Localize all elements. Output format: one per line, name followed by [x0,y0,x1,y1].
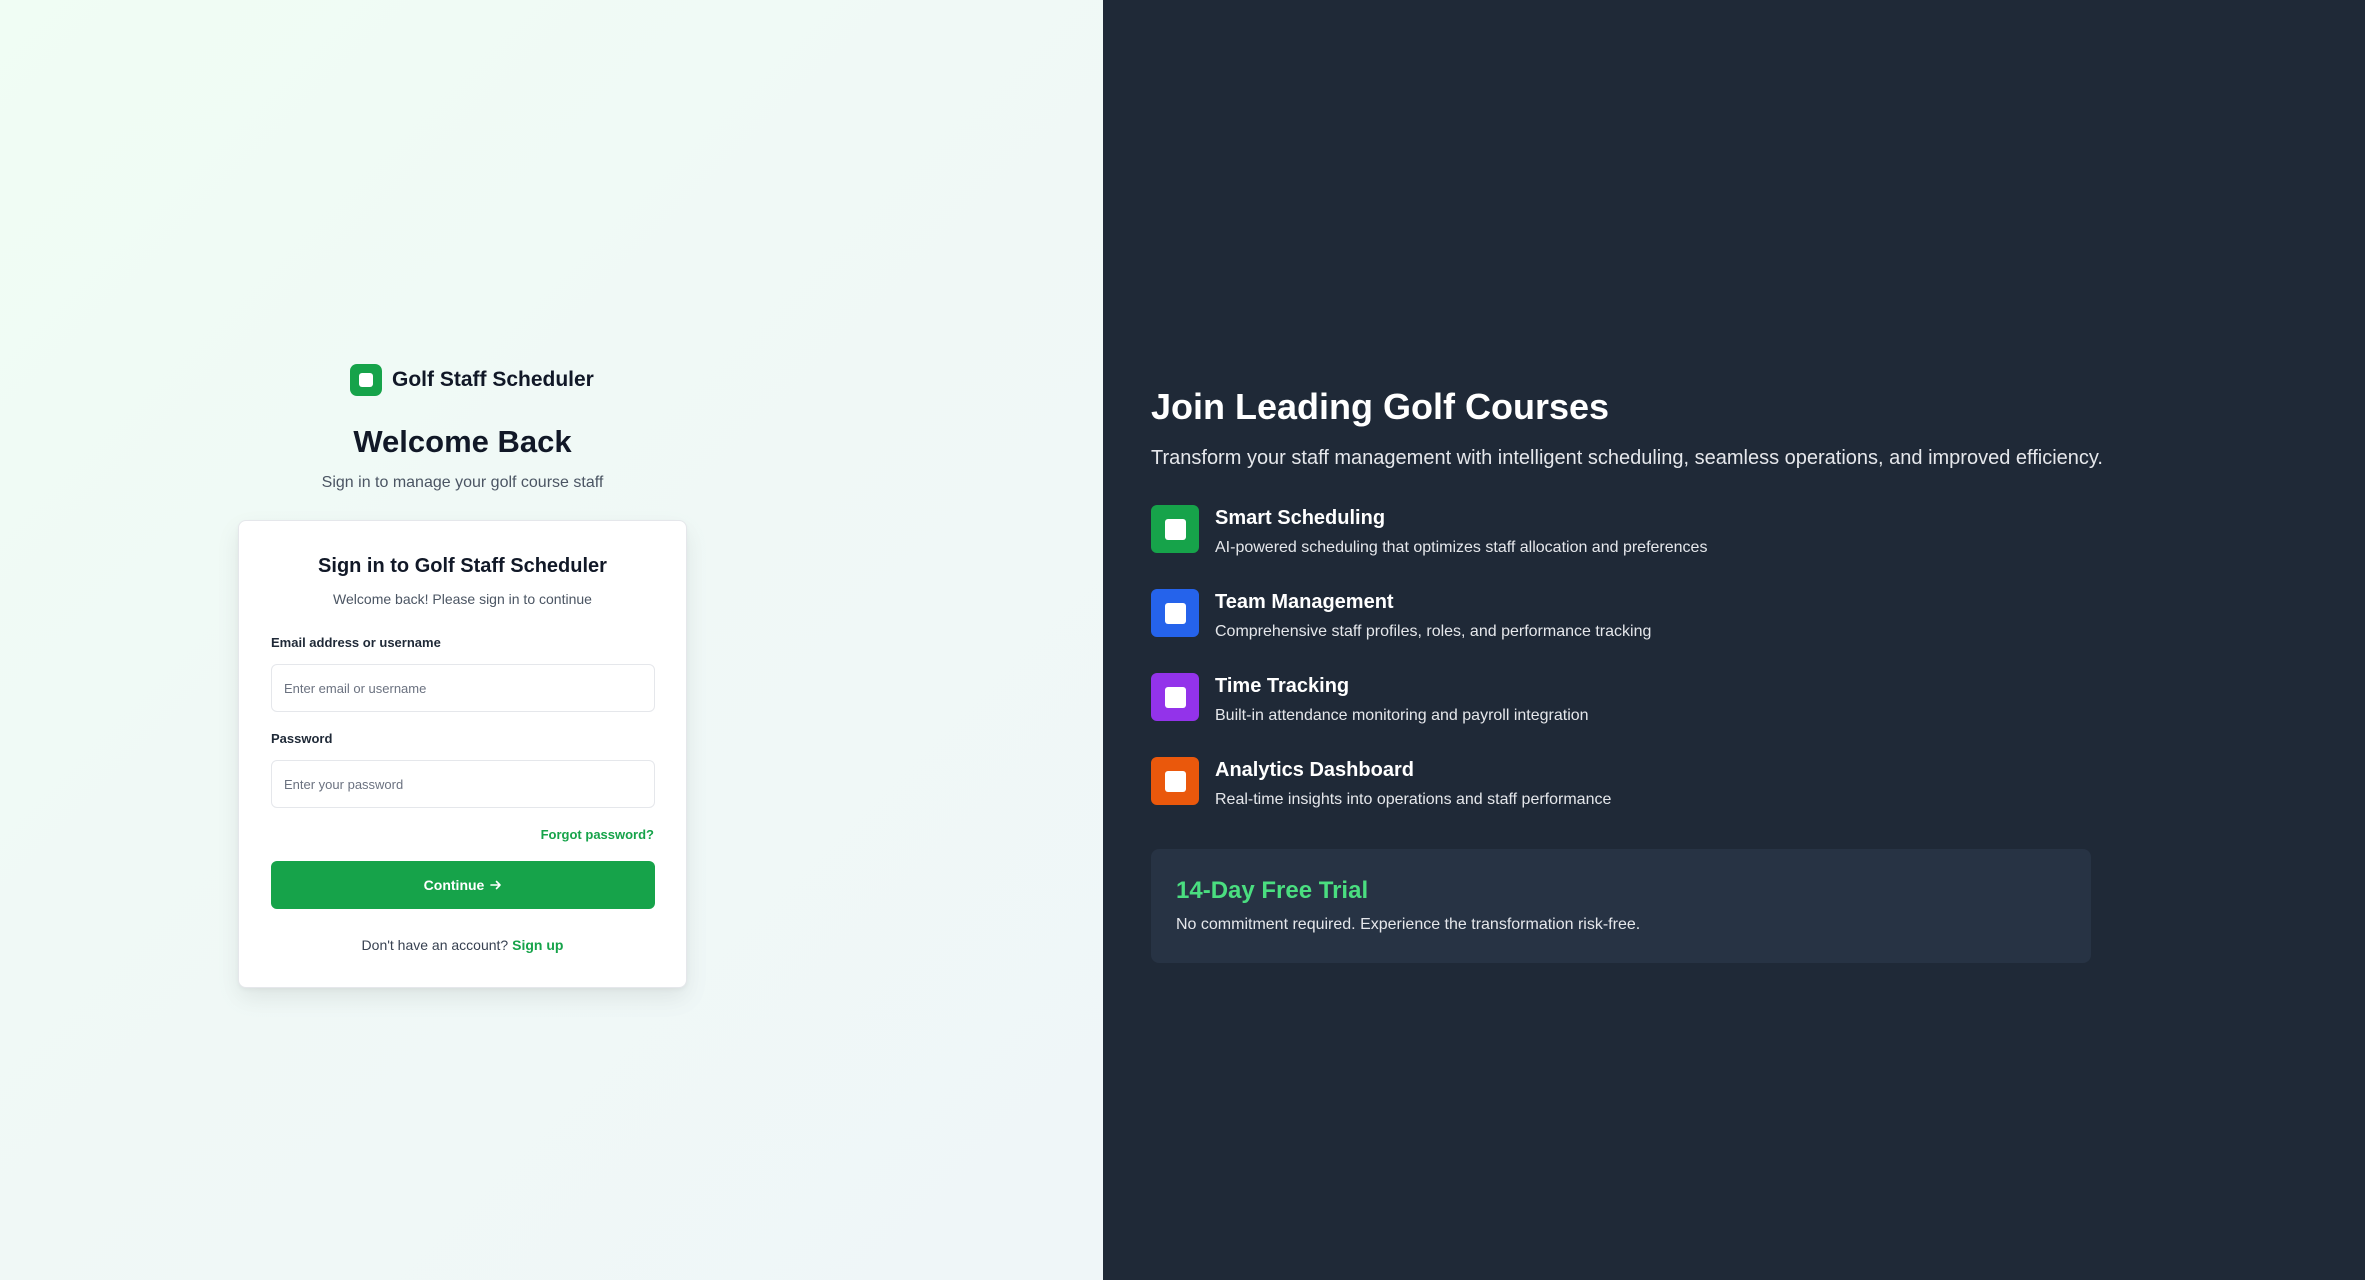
hero-subtitle: Transform your staff management with int… [1151,447,2103,469]
password-label: Password [271,731,333,746]
brand: Golf Staff Scheduler [350,364,594,396]
feature-icon-inner [1164,518,1186,540]
signin-panel: Golf Staff Scheduler Welcome Back Sign i… [0,0,1103,1280]
page-subtitle: Sign in to manage your golf course staff [321,474,604,491]
no-account-text: Don't have an account? [361,937,509,953]
feature-icon [1151,589,1199,637]
feature-icon [1151,757,1199,805]
login-page: Golf Staff Scheduler Welcome Back Sign i… [0,0,2365,1280]
feature-item: Smart Scheduling AI-powered scheduling t… [1151,505,1707,557]
hero-title: Join Leading Golf Courses [1151,386,1610,427]
email-input[interactable] [271,664,655,712]
feature-item: Team Management Comprehensive staff prof… [1151,589,1651,641]
email-label: Email address or username [271,635,441,650]
feature-text: Time Tracking Built-in attendance monito… [1215,673,1589,725]
feature-description: Built-in attendance monitoring and payro… [1215,707,1589,724]
feature-title: Smart Scheduling [1215,507,1386,529]
feature-icon-inner [1164,770,1186,792]
feature-title: Team Management [1215,591,1394,613]
square-logo-icon [350,364,382,396]
feature-description: Real-time insights into operations and s… [1215,791,1612,808]
trial-subtitle: No commitment required. Experience the t… [1176,916,1641,933]
feature-item: Analytics Dashboard Real-time insights i… [1151,757,1611,809]
signin-card-subtitle: Welcome back! Please sign in to continue [333,591,592,607]
feature-text: Smart Scheduling AI-powered scheduling t… [1215,505,1707,557]
signup-row: Don't have an account? Sign up [239,937,686,953]
brand-name: Golf Staff Scheduler [392,368,594,391]
signin-card: Sign in to Golf Staff Scheduler Welcome … [238,520,687,988]
page-title: Welcome Back [353,424,572,459]
password-input[interactable] [271,760,655,808]
feature-text: Analytics Dashboard Real-time insights i… [1215,757,1611,809]
feature-description: Comprehensive staff profiles, roles, and… [1215,623,1652,640]
continue-button[interactable]: Continue [271,861,655,909]
signin-card-title: Sign in to Golf Staff Scheduler [318,555,607,577]
signup-link[interactable]: Sign up [512,937,563,953]
feature-description: AI-powered scheduling that optimizes sta… [1215,539,1708,556]
forgot-password-link[interactable]: Forgot password? [541,827,654,842]
free-trial-box: 14-Day Free Trial No commitment required… [1151,849,2091,963]
feature-item: Time Tracking Built-in attendance monito… [1151,673,1589,725]
feature-title: Analytics Dashboard [1215,759,1414,781]
feature-title: Time Tracking [1215,675,1350,697]
logo-inner-square [359,373,373,387]
arrow-right-icon [490,880,502,890]
feature-icon [1151,673,1199,721]
feature-text: Team Management Comprehensive staff prof… [1215,589,1651,641]
feature-icon-inner [1164,602,1186,624]
feature-icon-inner [1164,686,1186,708]
marketing-panel: Join Leading Golf Courses Transform your… [1103,0,2365,1280]
trial-title: 14-Day Free Trial [1176,877,1369,904]
continue-button-label: Continue [423,877,485,893]
feature-icon [1151,505,1199,553]
